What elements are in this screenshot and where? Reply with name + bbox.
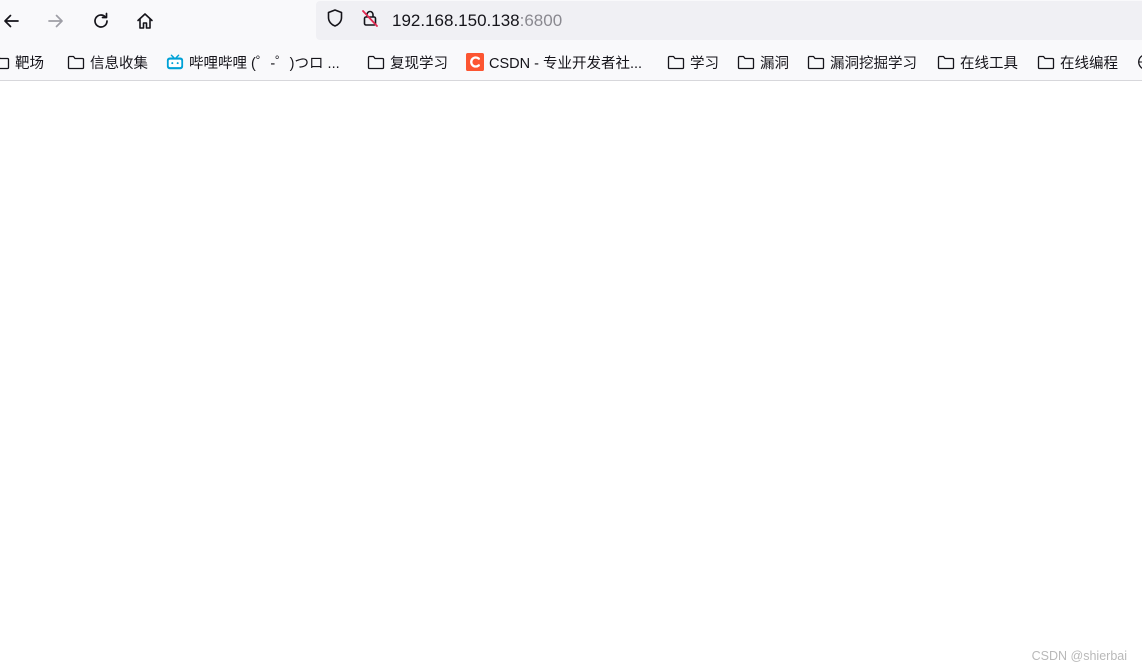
reload-icon <box>91 11 111 31</box>
url-text[interactable]: 192.168.150.138:6800 <box>392 10 562 32</box>
url-host: 192.168.150.138 <box>392 11 520 30</box>
csdn-icon <box>466 53 484 71</box>
bookmark-folder-0[interactable]: 靶场 <box>0 51 44 73</box>
bookmark-label: 信息收集 <box>90 55 148 72</box>
bookmark-bilibili[interactable]: 哔哩哔哩 (゜-゜)つロ ... <box>166 51 340 73</box>
connection-info-button[interactable] <box>359 9 381 31</box>
folder-icon <box>367 53 385 71</box>
watermark: CSDN @shierbai <box>1031 649 1127 663</box>
bilibili-icon <box>166 53 184 71</box>
bookmark-folder-1[interactable]: 信息收集 <box>67 51 148 73</box>
bookmark-folder-8[interactable]: 在线工具 <box>937 51 1018 73</box>
forward-button[interactable] <box>41 6 71 36</box>
bookmark-label: 哔哩哔哩 (゜-゜)つロ ... <box>189 55 340 72</box>
folder-icon <box>807 53 825 71</box>
tracking-protection-button[interactable] <box>324 8 346 33</box>
bookmark-label: 靶场 <box>15 55 44 72</box>
bookmark-folder-3[interactable]: 复现学习 <box>367 51 448 73</box>
back-button[interactable] <box>0 6 26 36</box>
bookmark-folder-7[interactable]: 漏洞挖掘学习 <box>807 51 917 73</box>
shield-icon <box>325 8 345 33</box>
bookmark-overflow[interactable] <box>1137 51 1142 73</box>
bookmark-label: 在线编程 <box>1060 55 1118 72</box>
url-port: :6800 <box>519 11 563 30</box>
folder-icon <box>1037 53 1055 71</box>
bookmarks-toolbar: 靶场 信息收集 哔哩哔哩 (゜-゜)つロ ... 复现学习 CSDN - 专业开… <box>0 42 1142 81</box>
navigation-toolbar: 192.168.150.138:6800 <box>0 0 1142 42</box>
folder-icon <box>937 53 955 71</box>
bookmark-label: 复现学习 <box>390 55 448 72</box>
bookmark-label: 学习 <box>690 55 719 72</box>
bookmark-folder-5[interactable]: 学习 <box>667 51 719 73</box>
home-button[interactable] <box>130 6 160 36</box>
globe-icon <box>1137 53 1142 71</box>
page-content: CSDN @shierbai <box>0 81 1142 670</box>
bookmark-label: 漏洞 <box>760 55 789 72</box>
bookmark-label: CSDN - 专业开发者社... <box>489 55 643 72</box>
bookmark-folder-6[interactable]: 漏洞 <box>737 51 789 73</box>
bookmark-label: 在线工具 <box>960 55 1018 72</box>
folder-icon <box>67 53 85 71</box>
bookmark-csdn[interactable]: CSDN - 专业开发者社... <box>466 51 642 73</box>
arrow-right-icon <box>46 11 66 31</box>
folder-icon <box>667 53 685 71</box>
bookmark-label: 漏洞挖掘学习 <box>830 55 917 72</box>
folder-icon <box>737 53 755 71</box>
reload-button[interactable] <box>86 6 116 36</box>
folder-icon <box>0 53 10 71</box>
insecure-lock-icon <box>360 8 380 33</box>
arrow-left-icon <box>1 11 21 31</box>
home-icon <box>135 11 155 31</box>
bookmark-folder-9[interactable]: 在线编程 <box>1037 51 1118 73</box>
